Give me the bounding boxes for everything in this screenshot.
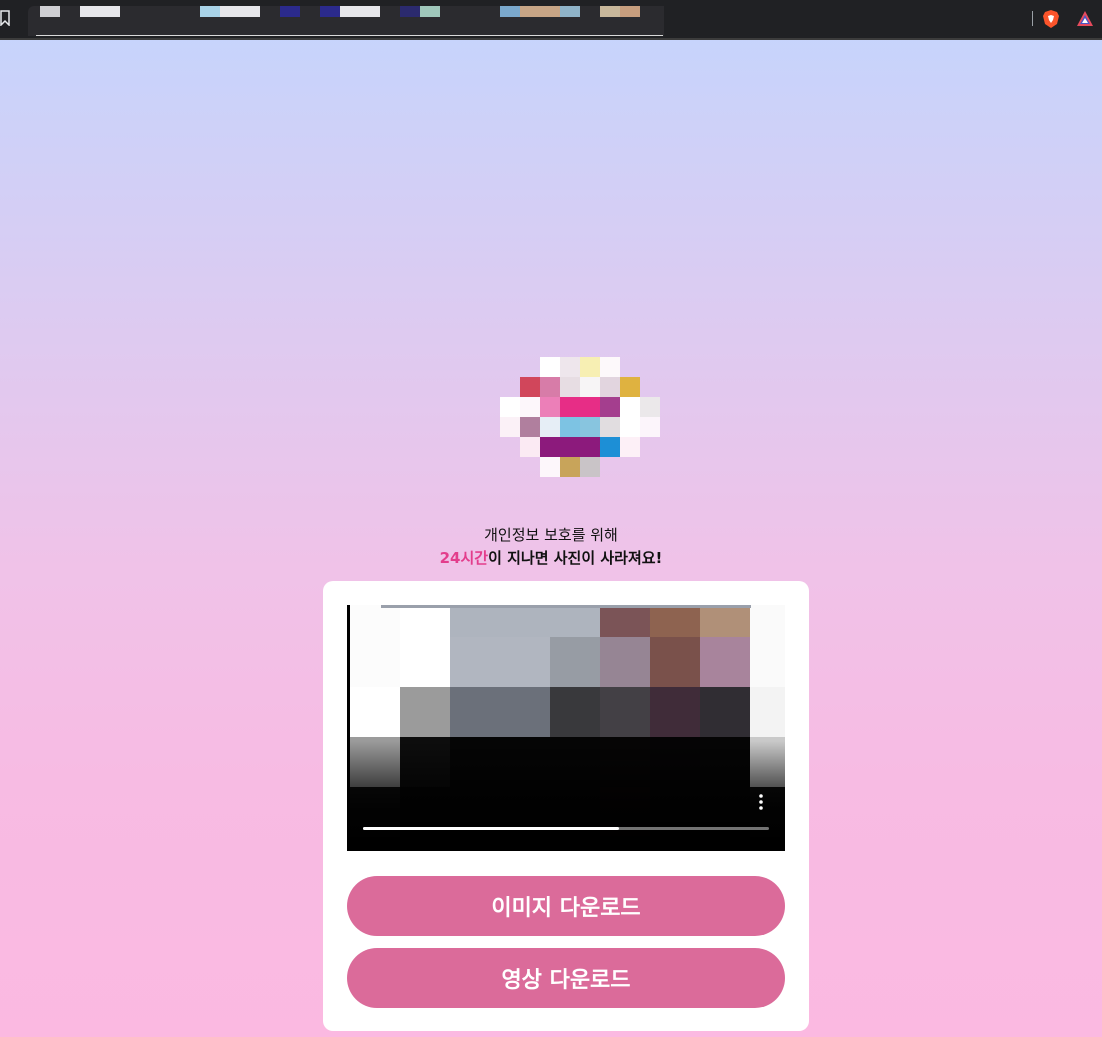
result-card: 이미지 다운로드 영상 다운로드 [323, 581, 809, 1031]
video-pixel [650, 637, 700, 687]
brave-shield-icon[interactable] [1042, 9, 1060, 29]
video-pixel [350, 605, 400, 637]
logo-pixel [520, 397, 540, 417]
video-pixel [450, 687, 500, 737]
logo-pixel [640, 417, 660, 437]
video-pixel [600, 687, 650, 737]
video-download-button[interactable]: 영상 다운로드 [347, 948, 785, 1008]
logo-pixel [540, 397, 560, 417]
logo-pixel [500, 417, 520, 437]
video-pixel [450, 637, 500, 687]
logo-pixel [580, 457, 600, 477]
image-download-button[interactable]: 이미지 다운로드 [347, 876, 785, 936]
video-pixel [500, 687, 550, 737]
redacted-block [620, 6, 640, 17]
logo-pixel [600, 397, 620, 417]
browser-toolbar [0, 0, 1102, 40]
redacted-block [220, 6, 260, 17]
redacted-block [560, 6, 580, 17]
logo-pixel [560, 417, 580, 437]
privacy-notice: 개인정보 보호를 위해 24시간이 지나면 사진이 사라져요! [0, 524, 1102, 570]
logo-pixel [500, 397, 520, 417]
logo-pixel [520, 417, 540, 437]
video-pixel [400, 687, 450, 737]
logo-pixel [580, 397, 600, 417]
logo-pixel [560, 437, 580, 457]
logo-pixel [520, 437, 540, 457]
logo-pixel [540, 357, 560, 377]
logo-pixel [580, 357, 600, 377]
logo-pixel [620, 437, 640, 457]
logo-pixel [540, 437, 560, 457]
video-pixel [700, 605, 750, 637]
video-pixel [700, 637, 750, 687]
logo-pixel [540, 417, 560, 437]
video-pixel [500, 605, 550, 637]
redacted-block [420, 6, 440, 17]
toolbar-divider [1032, 11, 1033, 26]
video-pixel [500, 637, 550, 687]
video-pixel [750, 637, 785, 687]
bookmark-icon[interactable] [0, 10, 10, 26]
logo-pixel [580, 417, 600, 437]
video-progress-fill [363, 827, 619, 830]
notice-highlight: 24시간 [439, 549, 489, 567]
video-pixel [400, 637, 450, 687]
video-pixel [550, 605, 600, 637]
notice-line-2: 24시간이 지나면 사진이 사라져요! [0, 546, 1102, 570]
redacted-block [500, 6, 520, 17]
logo-pixel [560, 357, 580, 377]
logo-pixel [540, 377, 560, 397]
address-bar-underline [36, 35, 663, 36]
video-pixel [600, 637, 650, 687]
redacted-block [280, 6, 300, 17]
logo-pixel [620, 397, 640, 417]
logo-pixel [580, 437, 600, 457]
logo-pixel [560, 457, 580, 477]
video-frame-edge [381, 605, 751, 608]
video-pixel [550, 687, 600, 737]
logo-pixel [560, 397, 580, 417]
logo-pixel [600, 417, 620, 437]
video-pixel [600, 605, 650, 637]
logo-pixel [620, 377, 640, 397]
video-pixel [650, 687, 700, 737]
redacted-block [600, 6, 620, 17]
video-pixel [750, 687, 785, 737]
logo-pixel [540, 457, 560, 477]
video-pixel [750, 605, 785, 637]
logo-pixel [580, 377, 600, 397]
logo-pixel [640, 397, 660, 417]
logo-pixel [520, 377, 540, 397]
notice-line-1: 개인정보 보호를 위해 [484, 526, 618, 544]
extension-triangle-icon[interactable] [1076, 10, 1094, 28]
video-progress-bar[interactable] [363, 827, 769, 830]
video-pixel [450, 605, 500, 637]
redacted-block [340, 6, 380, 17]
notice-line-2-rest: 이 지나면 사진이 사라져요! [488, 549, 663, 567]
logo-pixel [600, 437, 620, 457]
video-pixel [700, 687, 750, 737]
redacted-block [200, 6, 220, 17]
video-pixel [350, 637, 400, 687]
more-vertical-icon[interactable] [755, 793, 767, 811]
video-pixel [350, 687, 400, 737]
logo-pixel [600, 357, 620, 377]
redacted-block [40, 6, 60, 17]
logo-pixel [620, 417, 640, 437]
logo-pixel [600, 377, 620, 397]
redacted-block [80, 6, 120, 17]
video-pixel [550, 637, 600, 687]
redacted-block [520, 6, 560, 17]
video-controls-gradient [347, 741, 785, 851]
video-player[interactable] [347, 605, 785, 851]
video-pixel [650, 605, 700, 637]
redacted-block [400, 6, 420, 17]
logo-pixel [560, 377, 580, 397]
video-pixel [400, 605, 450, 637]
app-logo [500, 357, 660, 477]
redacted-block [320, 6, 340, 17]
